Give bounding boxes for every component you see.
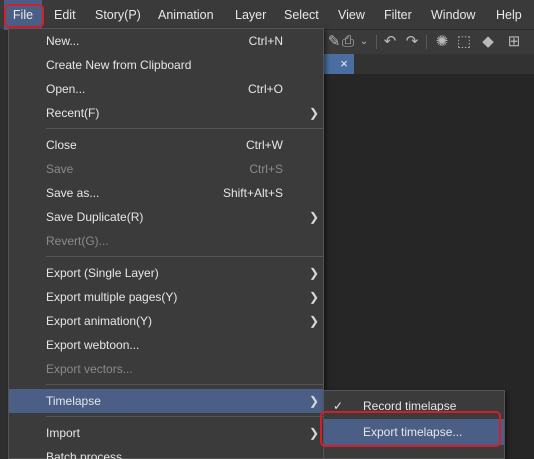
fill-icon[interactable]: ◆ — [478, 32, 498, 52]
menu-item-create-new-from-clipboard[interactable]: Create New from Clipboard — [9, 53, 323, 77]
undo-icon[interactable]: ↶ — [380, 32, 400, 52]
menu-item-revert: Revert(G)... — [9, 229, 323, 253]
menu-separator — [46, 416, 323, 417]
menu-item-shortcut: Ctrl+O — [247, 82, 283, 96]
menu-separator — [46, 384, 323, 385]
file-menu-dropdown: New... Ctrl+N Create New from Clipboard … — [8, 28, 324, 459]
menu-item-label: Export webtoon... — [46, 338, 140, 352]
document-tab-strip: × — [320, 54, 534, 74]
menu-item-new[interactable]: New... Ctrl+N — [9, 29, 323, 53]
menu-item-label: New... — [46, 34, 80, 48]
menu-help[interactable]: Help — [496, 0, 522, 30]
menu-item-shortcut: Ctrl+S — [249, 162, 283, 176]
submenu-arrow-icon: ❯ — [309, 106, 320, 120]
menu-item-label: Open... — [46, 82, 86, 96]
menu-item-export-timelapse[interactable]: Export timelapse... — [324, 419, 504, 445]
marquee-icon[interactable]: ⬚ — [454, 32, 474, 52]
menu-item-label: Export (Single Layer) — [46, 266, 159, 280]
menu-item-batch-process[interactable]: Batch process — [9, 445, 323, 459]
submenu-arrow-icon: ❯ — [309, 266, 320, 280]
menu-item-import[interactable]: Import ❯ — [9, 421, 323, 445]
chevron-down-icon[interactable]: ⌄ — [354, 32, 374, 52]
menu-item-shortcut: Ctrl+N — [248, 34, 283, 48]
timelapse-submenu: ✓ Record timelapse Export timelapse... — [323, 390, 505, 459]
menu-view[interactable]: View — [338, 0, 365, 30]
menu-item-shortcut: Ctrl+W — [246, 138, 283, 152]
submenu-arrow-icon: ❯ — [309, 314, 320, 328]
menu-window[interactable]: Window — [431, 0, 475, 30]
menu-item-label: Recent(F) — [46, 106, 100, 120]
menu-bar: File Edit Story(P) Animation Layer Selec… — [0, 0, 534, 30]
close-icon[interactable]: × — [334, 54, 354, 74]
menu-separator — [46, 256, 323, 257]
menu-item-label: Save — [46, 162, 74, 176]
menu-item-save-duplicate[interactable]: Save Duplicate(R) ❯ — [9, 205, 323, 229]
menu-item-label: Batch process — [46, 450, 123, 459]
menu-item-label: Export multiple pages(Y) — [46, 290, 178, 304]
menu-edit[interactable]: Edit — [54, 0, 76, 30]
menu-animation[interactable]: Animation — [158, 0, 214, 30]
menu-item-label: Save Duplicate(R) — [46, 210, 144, 224]
toolbar-divider — [426, 35, 427, 49]
submenu-arrow-icon: ❯ — [309, 290, 320, 304]
menu-item-label: Import — [46, 426, 81, 440]
menu-item-save-as[interactable]: Save as... Shift+Alt+S — [9, 181, 323, 205]
menu-item-export-single-layer[interactable]: Export (Single Layer) ❯ — [9, 261, 323, 285]
menu-item-save: Save Ctrl+S — [9, 157, 323, 181]
menu-item-timelapse[interactable]: Timelapse ❯ — [9, 389, 323, 413]
menu-separator — [46, 128, 323, 129]
menu-item-export-webtoon[interactable]: Export webtoon... — [9, 333, 323, 357]
submenu-arrow-icon: ❯ — [309, 394, 320, 408]
submenu-arrow-icon: ❯ — [309, 210, 320, 224]
menu-item-shortcut: Shift+Alt+S — [222, 186, 283, 200]
submenu-arrow-icon: ❯ — [309, 426, 320, 440]
menu-item-label: Revert(G)... — [46, 234, 109, 248]
menu-item-label: Record timelapse — [363, 399, 457, 413]
menu-item-label: Save as... — [46, 186, 100, 200]
menu-item-recent[interactable]: Recent(F) ❯ — [9, 101, 323, 125]
document-tab[interactable]: × — [320, 54, 354, 74]
transform-icon[interactable]: ⊞ — [504, 32, 524, 52]
left-panel-edge — [0, 30, 8, 459]
check-icon: ✓ — [333, 399, 344, 413]
spinner-icon[interactable]: ✺ — [432, 32, 452, 52]
toolbar: ✎ ⎙ ⌄ ↶ ↷ ✺ ⬚ ◆ ⊞ — [320, 30, 534, 54]
menu-item-label: Export vectors... — [46, 362, 133, 376]
menu-filter[interactable]: Filter — [384, 0, 412, 30]
menu-item-open[interactable]: Open... Ctrl+O — [9, 77, 323, 101]
menu-item-export-vectors: Export vectors... — [9, 357, 323, 381]
menu-item-label: Export timelapse... — [363, 425, 463, 439]
menu-item-close[interactable]: Close Ctrl+W — [9, 133, 323, 157]
redo-icon[interactable]: ↷ — [402, 32, 422, 52]
menu-item-label: Close — [46, 138, 77, 152]
menu-select[interactable]: Select — [284, 0, 319, 30]
menu-item-label: Timelapse — [46, 394, 101, 408]
menu-item-record-timelapse[interactable]: ✓ Record timelapse — [324, 393, 504, 419]
menu-item-label: Create New from Clipboard — [46, 58, 192, 72]
menu-item-label: Export animation(Y) — [46, 314, 153, 328]
menu-item-export-multiple-pages[interactable]: Export multiple pages(Y) ❯ — [9, 285, 323, 309]
menu-story[interactable]: Story(P) — [95, 0, 141, 30]
menu-item-export-animation[interactable]: Export animation(Y) ❯ — [9, 309, 323, 333]
menu-layer[interactable]: Layer — [235, 0, 266, 30]
toolbar-divider — [376, 35, 377, 49]
menu-file[interactable]: File — [4, 0, 42, 30]
